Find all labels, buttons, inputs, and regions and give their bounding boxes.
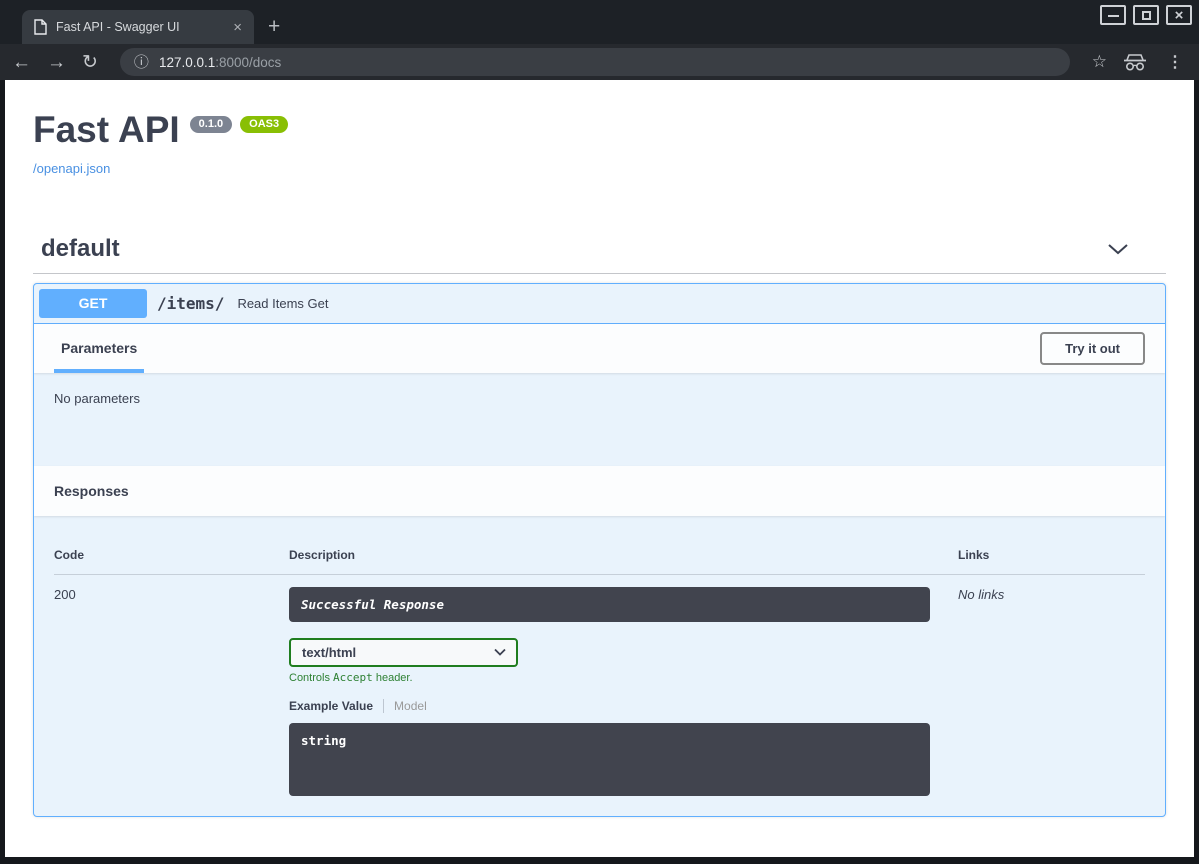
accept-note-prefix: Controls xyxy=(289,672,333,684)
try-it-out-button[interactable]: Try it out xyxy=(1040,332,1145,365)
browser-toolbar: ← → ↻ ⓘ 127.0.0.1:8000/docs ☆ ⋮ xyxy=(0,44,1199,80)
browser-window: Fast API - Swagger UI × + × ← → ↻ ⓘ 127.… xyxy=(0,0,1199,864)
browser-titlebar: Fast API - Swagger UI × + × xyxy=(0,0,1199,44)
forward-icon[interactable]: → xyxy=(47,53,66,72)
openapi-spec-link[interactable]: /openapi.json xyxy=(33,161,110,176)
window-controls: × xyxy=(1100,5,1192,25)
endpoint-summary: Read Items Get xyxy=(237,296,328,311)
no-parameters-text: No parameters xyxy=(54,391,140,406)
example-model-tabs: Example Value Model xyxy=(289,699,942,713)
new-tab-button[interactable]: + xyxy=(268,16,280,37)
accept-note-suffix: header. xyxy=(373,672,413,684)
response-code: 200 xyxy=(54,575,289,796)
response-description-cell: Successful Response text/html Controls A… xyxy=(289,575,942,796)
site-info-icon[interactable]: ⓘ xyxy=(134,55,149,70)
tab-model[interactable]: Model xyxy=(384,699,427,713)
api-title: Fast API xyxy=(33,110,180,151)
browser-tab[interactable]: Fast API - Swagger UI × xyxy=(22,10,254,44)
incognito-icon xyxy=(1123,54,1147,71)
response-links-cell: No links xyxy=(942,575,1145,796)
maximize-button[interactable] xyxy=(1133,5,1159,25)
http-method-button[interactable]: GET xyxy=(39,289,147,318)
opblock-summary[interactable]: GET /items/ Read Items Get xyxy=(34,284,1165,324)
media-type-value: text/html xyxy=(302,645,356,660)
page-content: Fast API 0.1.0 OAS3 /openapi.json defaul… xyxy=(5,80,1194,857)
responses-table: Code Description Links 200 Successful Re… xyxy=(54,548,1145,796)
tab-title: Fast API - Swagger UI xyxy=(56,20,220,34)
column-header-description: Description xyxy=(289,548,942,575)
address-bar[interactable]: ⓘ 127.0.0.1:8000/docs xyxy=(120,48,1070,76)
media-type-select[interactable]: text/html xyxy=(289,638,518,667)
maximize-icon xyxy=(1142,11,1151,20)
tab-example-value[interactable]: Example Value xyxy=(289,699,384,713)
back-icon[interactable]: ← xyxy=(12,53,31,72)
reload-icon[interactable]: ↻ xyxy=(82,53,98,72)
api-info: Fast API 0.1.0 OAS3 xyxy=(33,110,1166,151)
url-path: :8000/docs xyxy=(215,55,281,70)
column-header-links: Links xyxy=(942,548,1145,575)
oas3-badge: OAS3 xyxy=(240,116,288,133)
url-text[interactable]: 127.0.0.1:8000/docs xyxy=(159,55,281,70)
minimize-button[interactable] xyxy=(1100,5,1126,25)
browser-menu-icon[interactable]: ⋮ xyxy=(1163,52,1187,72)
responses-title: Responses xyxy=(54,483,129,499)
bookmark-star-icon[interactable]: ☆ xyxy=(1092,52,1107,72)
tab-parameters: Parameters xyxy=(54,324,144,373)
api-badges: 0.1.0 OAS3 xyxy=(190,116,288,133)
minimize-icon xyxy=(1108,15,1119,17)
tag-section-header[interactable]: default xyxy=(33,235,1166,274)
endpoint-path: /items/ xyxy=(157,294,224,313)
response-description-box: Successful Response xyxy=(289,587,930,622)
url-host: 127.0.0.1 xyxy=(159,55,215,70)
close-icon: × xyxy=(1175,8,1184,23)
opblock-get-items: GET /items/ Read Items Get Parameters Tr… xyxy=(33,283,1166,817)
collapse-chevron-icon[interactable] xyxy=(1107,242,1129,256)
accept-note-mono: Accept xyxy=(333,671,373,684)
column-header-code: Code xyxy=(54,548,289,575)
parameters-title: Parameters xyxy=(61,340,137,356)
accept-header-note: Controls Accept header. xyxy=(289,671,942,684)
example-value-box: string xyxy=(289,723,930,796)
tab-close-icon[interactable]: × xyxy=(229,18,246,37)
select-chevron-icon xyxy=(494,648,506,656)
close-window-button[interactable]: × xyxy=(1166,5,1192,25)
version-badge: 0.1.0 xyxy=(190,116,232,133)
parameters-header: Parameters Try it out xyxy=(34,324,1165,373)
responses-header: Responses xyxy=(34,466,1165,516)
tag-name: default xyxy=(41,235,120,263)
responses-body: Code Description Links 200 Successful Re… xyxy=(34,516,1165,816)
parameters-body: No parameters xyxy=(34,373,1165,466)
page-favicon-icon xyxy=(34,19,47,35)
